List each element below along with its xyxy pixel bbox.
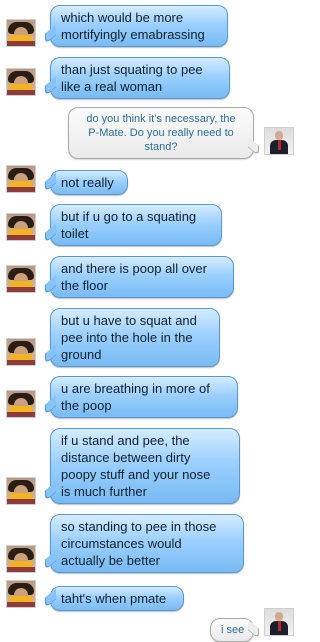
message-text: so standing to pee in those [61, 519, 217, 534]
received-message-bubble: but if u go to a squating toilet [50, 204, 222, 246]
contact-avatar [6, 265, 36, 293]
received-message-bubble: if u stand and pee, the distance between… [50, 428, 240, 504]
message-text: toilet [61, 226, 89, 241]
received-message-bubble: which would be more mortifyingly emabras… [50, 5, 228, 47]
contact-avatar [6, 213, 36, 241]
my-avatar [264, 127, 294, 155]
message-text: not really [61, 175, 114, 190]
chat-transcript[interactable]: which would be more mortifyingly emabras… [0, 0, 302, 642]
contact-avatar [6, 165, 36, 193]
message-text: do you think it's necessary, the [86, 113, 236, 125]
message-text: the poop [61, 398, 112, 413]
received-message-bubble: than just squating to pee like a real wo… [50, 57, 230, 99]
message-text: stand? [144, 141, 178, 153]
message-text: but if u go to a squating [61, 209, 197, 224]
contact-avatar [6, 19, 36, 47]
received-message-bubble: taht's when pmate [50, 586, 184, 611]
message-text: which would be more [61, 10, 184, 25]
sent-message-bubble: do you think it's necessary, the P-Mate.… [68, 107, 254, 159]
contact-avatar [6, 545, 36, 573]
sent-message-bubble: i see [210, 618, 254, 642]
message-text: like a real woman [61, 79, 163, 94]
contact-avatar [6, 338, 36, 366]
message-text: u are breathing in more of [61, 381, 210, 396]
message-text: but u have to squat and [61, 313, 197, 328]
contact-avatar [6, 477, 36, 505]
received-message-bubble: and there is poop all over the floor [50, 256, 234, 298]
received-message-bubble: so standing to pee in those circumstance… [50, 514, 244, 573]
message-text: is much further [61, 484, 147, 499]
message-text: P-Mate. Do you really need to [88, 127, 234, 139]
message-text: taht's when pmate [61, 591, 167, 606]
message-text: poopy stuff and your nose [61, 467, 211, 482]
message-text: i see [221, 624, 245, 636]
contact-avatar [6, 580, 36, 608]
message-text: the floor [61, 278, 108, 293]
contact-avatar [6, 390, 36, 418]
message-text: ground [61, 347, 102, 362]
received-message-bubble: u are breathing in more of the poop [50, 376, 238, 418]
message-text: if u stand and pee, the [61, 433, 190, 448]
message-text: and there is poop all over [61, 261, 207, 276]
contact-avatar [6, 68, 36, 96]
message-text: distance between dirty [61, 450, 191, 465]
message-text: pee into the hole in the [61, 330, 193, 345]
message-text: actually be better [61, 553, 161, 568]
received-message-bubble: not really [50, 170, 128, 195]
message-text: circumstances would [61, 536, 182, 551]
received-message-bubble: but u have to squat and pee into the hol… [50, 308, 220, 367]
my-avatar [264, 608, 294, 636]
message-text: mortifyingly emabrassing [61, 27, 205, 42]
message-text: than just squating to pee [61, 62, 203, 77]
